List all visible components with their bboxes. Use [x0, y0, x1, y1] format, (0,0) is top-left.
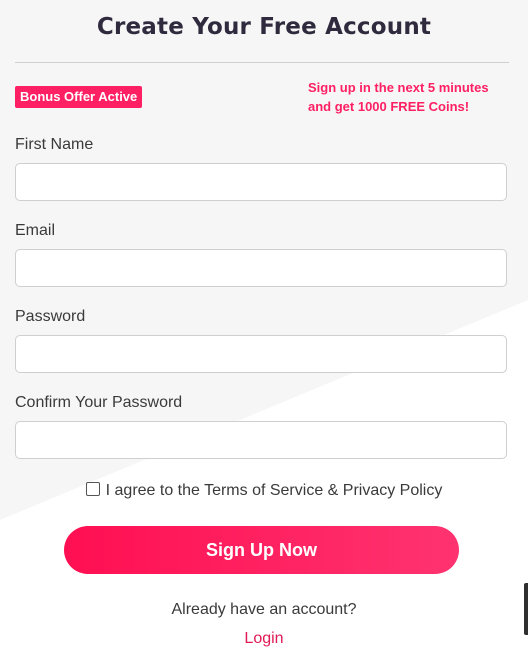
terms-agreement: I agree to the Terms of Service & Privac… — [0, 482, 528, 500]
sign-up-button[interactable]: Sign Up Now — [64, 526, 459, 574]
page-title: Create Your Free Account — [96, 14, 432, 40]
login-link[interactable]: Login — [0, 630, 528, 648]
password-field[interactable] — [15, 335, 507, 373]
email-field[interactable] — [15, 249, 507, 287]
confirm-password-field[interactable] — [15, 421, 507, 459]
bonus-badge: Bonus Offer Active — [15, 86, 143, 108]
signup-form: Create Your Free Account Bonus Offer Act… — [0, 0, 528, 672]
promo-line-2: and get 1000 FREE Coins! — [308, 99, 470, 114]
email-label: Email — [15, 222, 56, 239]
first-name-label: First Name — [15, 136, 94, 153]
terms-text: I agree to the Terms of Service & Privac… — [105, 482, 443, 499]
already-have-account-text: Already have an account? — [171, 601, 357, 618]
first-name-field[interactable] — [15, 163, 507, 201]
promo-text: Sign up in the next 5 minutes and get 10… — [308, 78, 508, 116]
password-label: Password — [15, 308, 86, 325]
side-tab[interactable] — [524, 583, 528, 635]
terms-checkbox[interactable] — [85, 482, 100, 496]
title-divider — [15, 62, 509, 63]
confirm-password-label: Confirm Your Password — [15, 394, 183, 411]
promo-line-1: Sign up in the next 5 minutes — [308, 80, 489, 95]
